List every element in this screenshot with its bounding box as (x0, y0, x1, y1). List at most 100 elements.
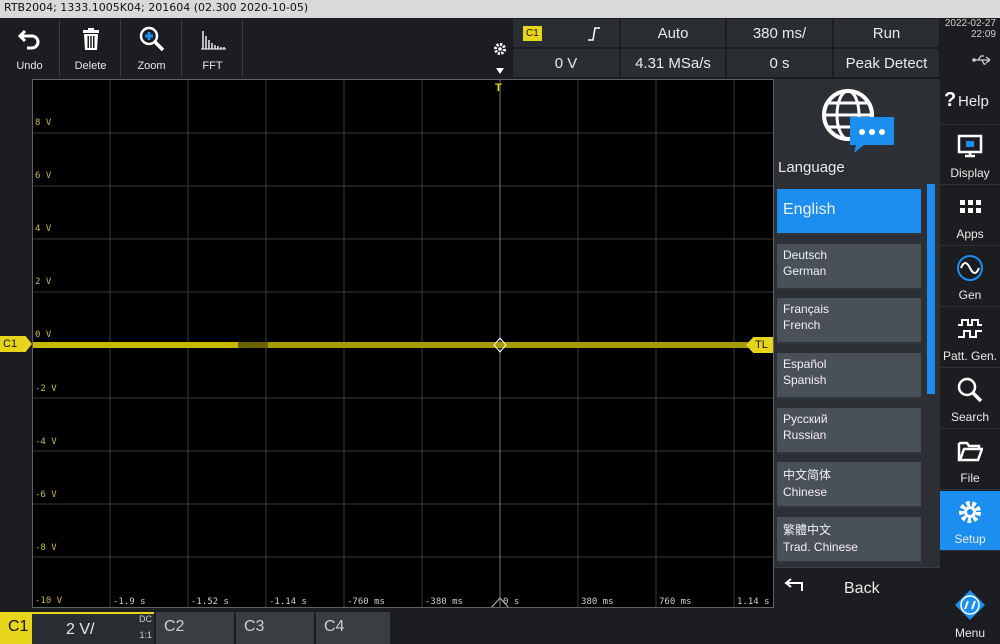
time: 22:09 (970, 29, 996, 40)
search-label: Search (950, 410, 990, 424)
y-label: -6 V (35, 490, 57, 500)
setup-label: Setup (954, 532, 986, 546)
y-label: -10 V (35, 596, 63, 606)
language-english-name: Chinese (783, 485, 828, 499)
trigger-position-marker[interactable]: T (495, 82, 502, 94)
gear-icon (940, 497, 1000, 527)
back-arrow-icon (784, 578, 803, 591)
channel-1-tab[interactable]: C1 (0, 612, 32, 644)
menu-button[interactable]: Menu (940, 584, 1000, 644)
language-item-german[interactable]: Deutsch German (777, 244, 921, 290)
file-button[interactable]: File (940, 430, 1000, 490)
channel-1-offset-marker[interactable]: C1 (0, 336, 32, 352)
apps-button[interactable]: Apps (940, 186, 1000, 246)
y-label: 2 V (35, 277, 52, 287)
language-native-name: 繁體中文 (783, 523, 832, 537)
date-time: 2022-02-27 22:09 (940, 18, 1000, 78)
x-label: -1.52 s (191, 597, 229, 607)
rs-logo-icon (940, 590, 1000, 620)
gear-icon (494, 43, 506, 55)
language-item-spanish[interactable]: Español Spanish (777, 353, 921, 399)
language-english-name: Russian (783, 428, 827, 442)
y-label: 8 V (35, 118, 52, 128)
channel-1-coupling: DC (139, 614, 152, 624)
timebase-scale[interactable]: 380 ms/ (726, 18, 833, 48)
delete-button[interactable]: Delete (61, 20, 121, 76)
language-english-name: Trad. Chinese (783, 540, 858, 554)
help-button[interactable]: ? Help (940, 79, 1000, 125)
y-label: 4 V (35, 224, 52, 234)
help-icon: ? (944, 89, 957, 111)
apps-grid-icon (940, 192, 1000, 222)
trigger-mode[interactable]: Auto (620, 18, 726, 48)
channel-4-tab[interactable]: C4 (316, 612, 390, 644)
instrument-info-bar: RTB2004; 1333.1005K04; 201604 (02.300 20… (0, 0, 1000, 18)
language-native-name: Deutsch (783, 248, 828, 262)
trigger-source[interactable]: C1 (512, 18, 620, 48)
language-native-name: Français (783, 302, 830, 316)
channel-2-tab[interactable]: C2 (156, 612, 234, 644)
x-label: 1.14 s (737, 597, 770, 607)
delete-label: Delete (74, 60, 107, 72)
x-label: -760 ms (347, 597, 385, 607)
main-sidebar: ? Help Display Apps Gen Patt. Gen. Searc… (940, 79, 1000, 644)
x-label: -380 ms (425, 597, 463, 607)
language-native-name: Русский (783, 412, 828, 426)
language-item-trad-chinese[interactable]: 繁體中文 Trad. Chinese (777, 517, 921, 563)
x-label: 380 ms (581, 597, 614, 607)
zoom-label: Zoom (137, 60, 166, 72)
instrument-info: RTB2004; 1333.1005K04; 201604 (02.300 20… (4, 1, 309, 14)
fft-button[interactable]: FFT (183, 20, 243, 76)
pattern-generator-button[interactable]: Patt. Gen. (940, 308, 1000, 368)
language-english-name: German (783, 264, 827, 278)
help-label: Help (958, 93, 989, 110)
channel-1-settings[interactable]: 2 V/ DC 1:1 (32, 612, 154, 644)
waveform-display[interactable]: 8 V 6 V 4 V 2 V 0 V -2 V -4 V -6 V -8 V … (32, 79, 774, 608)
language-globe-icon (822, 89, 894, 153)
language-english-name: Spanish (783, 373, 827, 387)
trigger-channel-badge: C1 (523, 25, 542, 41)
language-item-chinese[interactable]: 中文简体 Chinese (777, 462, 921, 508)
usb-icon (972, 55, 991, 65)
channel-1-scale: 2 V/ (66, 621, 95, 638)
pattern-icon (940, 314, 1000, 344)
language-native-name: Español (783, 357, 827, 371)
search-button[interactable]: Search (940, 369, 1000, 429)
toolbar: Undo Delete Zoom FFT (0, 18, 488, 78)
folder-icon (940, 436, 1000, 466)
y-label: 0 V (35, 330, 52, 340)
sample-rate: 4.31 MSa/s (620, 48, 726, 78)
zoom-button[interactable]: Zoom (122, 20, 182, 76)
language-item-english[interactable]: English (777, 189, 921, 235)
back-button[interactable]: Back (774, 567, 940, 608)
channel-bar: C1 2 V/ DC 1:1 C2 C3 C4 (0, 608, 940, 644)
gen-label: Gen (958, 288, 982, 302)
x-label: 760 ms (659, 597, 692, 607)
undo-button[interactable]: Undo (0, 20, 60, 76)
language-native-name: English (783, 201, 836, 218)
time-offset[interactable]: 0 s (726, 48, 833, 78)
zoom-icon (122, 24, 181, 54)
dropdown-arrow-icon (496, 68, 504, 74)
rising-edge-icon (588, 27, 600, 41)
apps-label: Apps (956, 227, 984, 241)
fft-spectrum-icon (183, 24, 242, 54)
trash-icon (61, 24, 120, 54)
search-icon (940, 375, 1000, 405)
language-item-russian[interactable]: Русский Russian (777, 408, 921, 454)
language-item-french[interactable]: Français French (777, 298, 921, 344)
language-list-scrollbar[interactable] (927, 184, 935, 394)
header-settings[interactable] (488, 18, 512, 78)
back-label: Back (844, 580, 880, 597)
menu-label: Menu (954, 626, 986, 640)
generator-button[interactable]: Gen (940, 247, 1000, 307)
trigger-level[interactable]: 0 V (512, 48, 620, 78)
acquisition-mode[interactable]: Peak Detect (833, 48, 940, 78)
run-stop-state[interactable]: Run (833, 18, 940, 48)
setup-button[interactable]: Setup (940, 491, 1000, 551)
fft-label: FFT (202, 60, 223, 72)
channel-1-probe: 1:1 (139, 630, 152, 640)
channel-3-tab[interactable]: C3 (236, 612, 314, 644)
y-label: -8 V (35, 543, 57, 553)
display-button[interactable]: Display (940, 125, 1000, 185)
